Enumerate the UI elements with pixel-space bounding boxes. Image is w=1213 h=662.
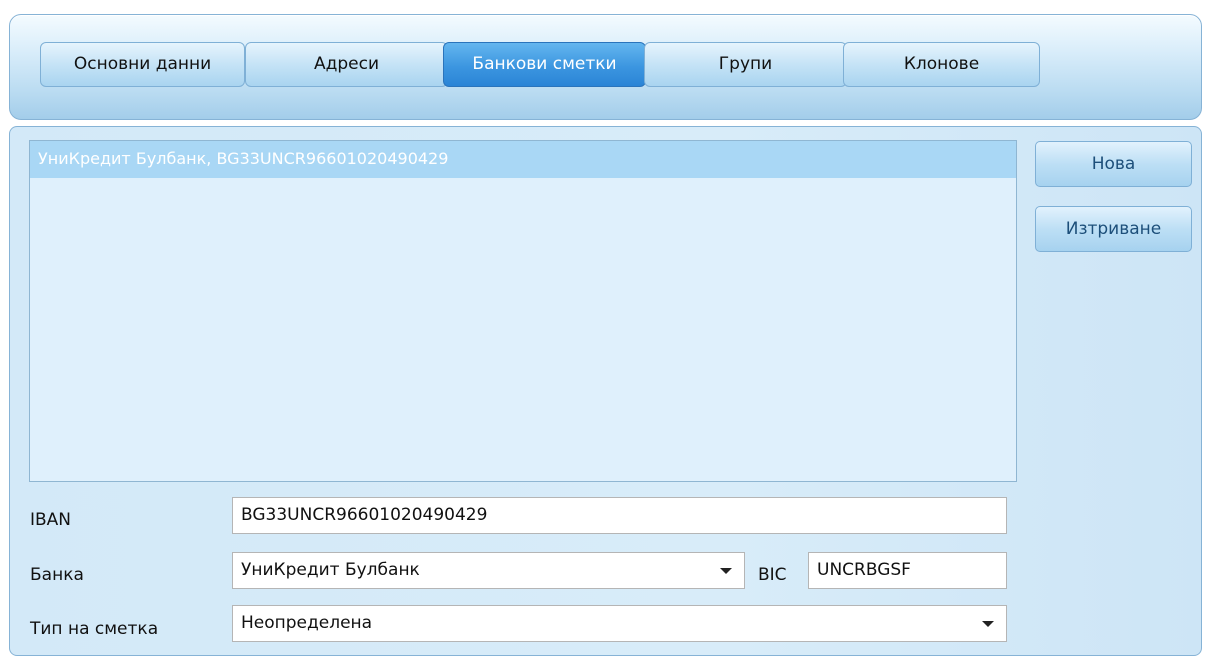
bank-accounts-panel: УниКредит Булбанк, BG33UNCR9660102049042… bbox=[9, 126, 1202, 656]
chevron-down-icon[interactable] bbox=[720, 568, 732, 574]
bank-accounts-list[interactable]: УниКредит Булбанк, BG33UNCR9660102049042… bbox=[29, 140, 1017, 482]
chevron-down-icon[interactable] bbox=[982, 621, 994, 627]
account-type-select[interactable]: Неопределена bbox=[232, 605, 1007, 642]
tab-addresses[interactable]: Адреси bbox=[245, 42, 448, 87]
iban-field[interactable]: BG33UNCR96601020490429 bbox=[232, 497, 1007, 534]
account-type-select-value: Неопределена bbox=[241, 613, 373, 633]
tab-bar: Основни данни Адреси Банкови сметки Груп… bbox=[9, 14, 1202, 120]
new-account-button[interactable]: Нова bbox=[1035, 141, 1192, 187]
bank-label: Банка bbox=[30, 565, 84, 585]
bank-select-value: УниКредит Булбанк bbox=[241, 560, 420, 580]
account-type-label: Тип на сметка bbox=[30, 619, 159, 639]
tab-branches[interactable]: Клонове bbox=[843, 42, 1040, 87]
iban-label: IBAN bbox=[30, 510, 72, 530]
tab-groups[interactable]: Групи bbox=[644, 42, 847, 87]
tab-bank-accounts[interactable]: Банкови сметки bbox=[443, 42, 646, 87]
tab-basic-data[interactable]: Основни данни bbox=[40, 42, 245, 87]
list-item[interactable]: УниКредит Булбанк, BG33UNCR9660102049042… bbox=[30, 141, 1016, 178]
bic-label: BIC bbox=[758, 565, 787, 585]
delete-account-button[interactable]: Изтриване bbox=[1035, 206, 1192, 252]
bic-field[interactable]: UNCRBGSF bbox=[808, 552, 1007, 589]
bank-select[interactable]: УниКредит Булбанк bbox=[232, 552, 745, 589]
